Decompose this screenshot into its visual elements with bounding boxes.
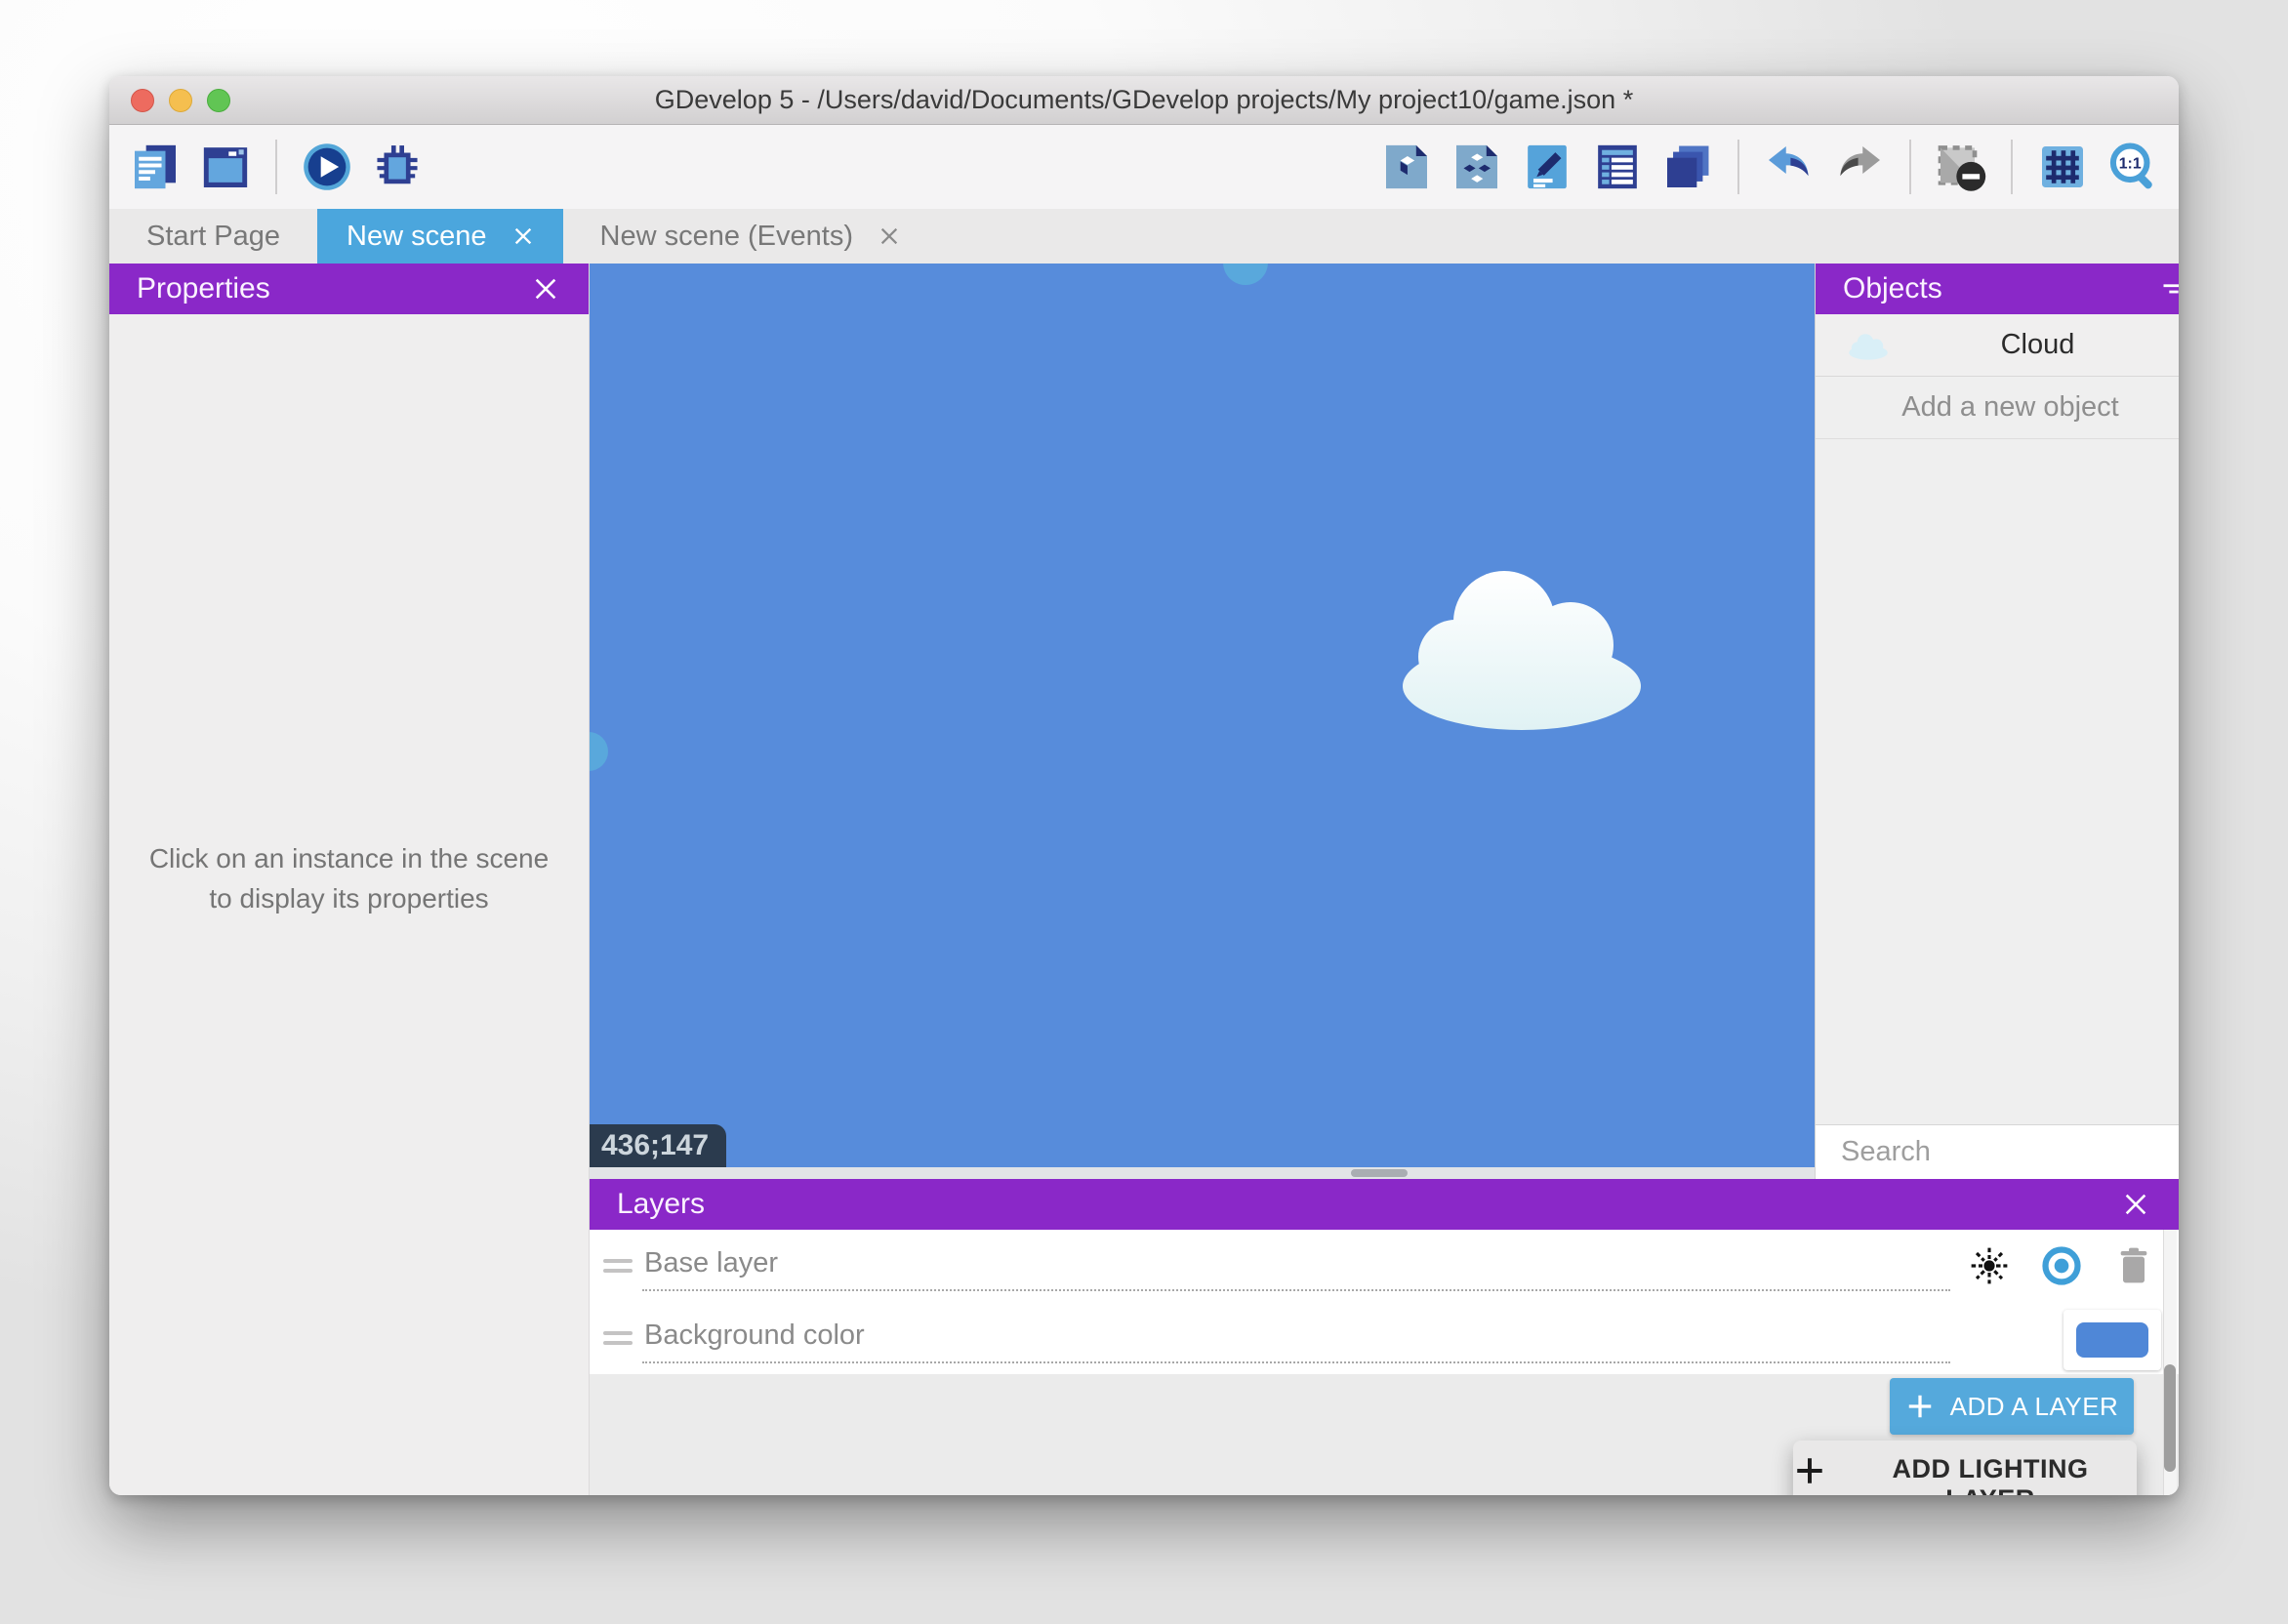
layer-actions <box>1966 1242 2157 1289</box>
window-title: GDevelop 5 - /Users/david/Documents/GDev… <box>109 85 2179 115</box>
horizontal-scrollbar[interactable] <box>590 1167 1815 1179</box>
app-window: GDevelop 5 - /Users/david/Documents/GDev… <box>109 76 2179 1495</box>
toolbar-right-group: 1:1 <box>1378 139 2161 195</box>
scene-properties-edit-icon[interactable] <box>1519 139 1575 195</box>
editor-tabs: Start Page New scene New scene (Events) <box>109 209 2179 264</box>
objects-search-box <box>1816 1124 2179 1179</box>
tab-label: New scene (Events) <box>600 221 854 253</box>
svg-text:1:1: 1:1 <box>2119 155 2142 172</box>
toolbar-divider <box>2011 140 2013 194</box>
object-name: Cloud <box>1816 329 2179 361</box>
layer-name-field[interactable]: Base layer <box>642 1241 1950 1291</box>
layer-row-background-color: Background color <box>590 1302 2179 1374</box>
properties-panel: Properties Click on an instance in the s… <box>109 264 590 1495</box>
search-input[interactable] <box>1841 1136 2179 1168</box>
right-area: 436;147 Objects <box>590 264 2179 1495</box>
objects-editor-icon[interactable] <box>1378 139 1435 195</box>
tab-new-scene-events[interactable]: New scene (Events) <box>563 209 938 264</box>
background-color-picker[interactable] <box>2063 1310 2161 1370</box>
close-tab-icon[interactable] <box>512 225 534 247</box>
cursor-coordinates-badge: 436;147 <box>590 1124 726 1167</box>
redo-icon[interactable] <box>1831 139 1888 195</box>
add-new-object-label: Add a new object <box>1816 391 2179 424</box>
vertical-scrollbar[interactable] <box>2163 1230 2177 1495</box>
vertical-scrollbar-thumb[interactable] <box>2164 1364 2176 1472</box>
objects-panel-empty-space <box>1816 439 2179 1124</box>
layers-list: Base layer <box>590 1230 2179 1374</box>
filter-icon[interactable] <box>2152 267 2179 310</box>
visibility-eye-icon[interactable] <box>2038 1242 2085 1289</box>
objects-panel-header: Objects <box>1816 264 2179 314</box>
close-tab-icon[interactable] <box>878 225 900 247</box>
game-window-resize-handle[interactable] <box>1223 264 1268 285</box>
panel-title: Layers <box>617 1188 705 1221</box>
panel-title: Objects <box>1843 272 1942 305</box>
toggle-window-mask-icon[interactable] <box>1933 139 1989 195</box>
layers-panel-header: Layers <box>590 1179 2179 1230</box>
zoom-1-1-icon[interactable]: 1:1 <box>2104 139 2161 195</box>
main-toolbar: 1:1 <box>109 125 2179 209</box>
add-lighting-layer-label: ADD LIGHTING LAYER <box>1844 1454 2137 1495</box>
cloud-object-sprite[interactable] <box>1385 551 1658 732</box>
properties-panel-header: Properties <box>109 264 589 314</box>
close-panel-icon[interactable] <box>2114 1183 2157 1226</box>
drag-handle-icon[interactable] <box>603 1259 633 1273</box>
add-new-object-button[interactable]: Add a new object <box>1816 377 2179 439</box>
panel-title: Properties <box>137 272 270 305</box>
toolbar-left-group <box>127 139 426 195</box>
title-bar: GDevelop 5 - /Users/david/Documents/GDev… <box>109 76 2179 125</box>
scene-editor-icon[interactable] <box>197 139 254 195</box>
object-groups-editor-icon[interactable] <box>1449 139 1505 195</box>
background-color-swatch <box>2076 1322 2148 1358</box>
tab-start-page[interactable]: Start Page <box>109 209 317 264</box>
game-window-resize-handle[interactable] <box>590 732 608 771</box>
tab-label: New scene <box>347 221 486 253</box>
toolbar-divider <box>1909 140 1911 194</box>
add-layer-button-label: ADD A LAYER <box>1950 1392 2119 1422</box>
toolbar-divider <box>1737 140 1739 194</box>
main-area: Properties Click on an instance in the s… <box>109 264 2179 1495</box>
undo-icon[interactable] <box>1761 139 1818 195</box>
debug-icon[interactable] <box>369 139 426 195</box>
delete-layer-trash-icon[interactable] <box>2110 1242 2157 1289</box>
layers-panel: Layers Base layer <box>590 1179 2179 1495</box>
preview-play-icon[interactable] <box>299 139 355 195</box>
object-list-item[interactable]: Cloud <box>1816 314 2179 377</box>
horizontal-scrollbar-thumb[interactable] <box>1351 1169 1408 1177</box>
lighting-sun-icon[interactable] <box>1966 1242 2013 1289</box>
add-lighting-layer-button[interactable]: ADD LIGHTING LAYER <box>1793 1441 2137 1495</box>
tab-label: Start Page <box>146 221 280 253</box>
add-layer-button[interactable]: ADD A LAYER <box>1890 1378 2134 1435</box>
toolbar-divider <box>275 140 277 194</box>
layer-name-field[interactable]: Background color <box>642 1314 1950 1363</box>
close-panel-icon[interactable] <box>524 267 567 310</box>
toggle-grid-icon[interactable] <box>2034 139 2091 195</box>
layers-list-icon[interactable] <box>1659 139 1716 195</box>
scene-and-objects-row: 436;147 Objects <box>590 264 2179 1179</box>
desktop-background: GDevelop 5 - /Users/david/Documents/GDev… <box>0 0 2288 1624</box>
objects-panel: Objects <box>1815 264 2179 1179</box>
scene-canvas[interactable]: 436;147 <box>590 264 1815 1167</box>
layer-row-base-layer: Base layer <box>590 1230 2179 1302</box>
project-manager-icon[interactable] <box>127 139 184 195</box>
events-editor-icon[interactable] <box>1589 139 1646 195</box>
scene-editor-column: 436;147 <box>590 264 1815 1179</box>
tab-new-scene[interactable]: New scene <box>317 209 562 264</box>
drag-handle-icon[interactable] <box>603 1331 633 1345</box>
properties-body: Click on an instance in the scene to dis… <box>109 314 589 1495</box>
properties-empty-message: Click on an instance in the scene to dis… <box>135 839 564 918</box>
